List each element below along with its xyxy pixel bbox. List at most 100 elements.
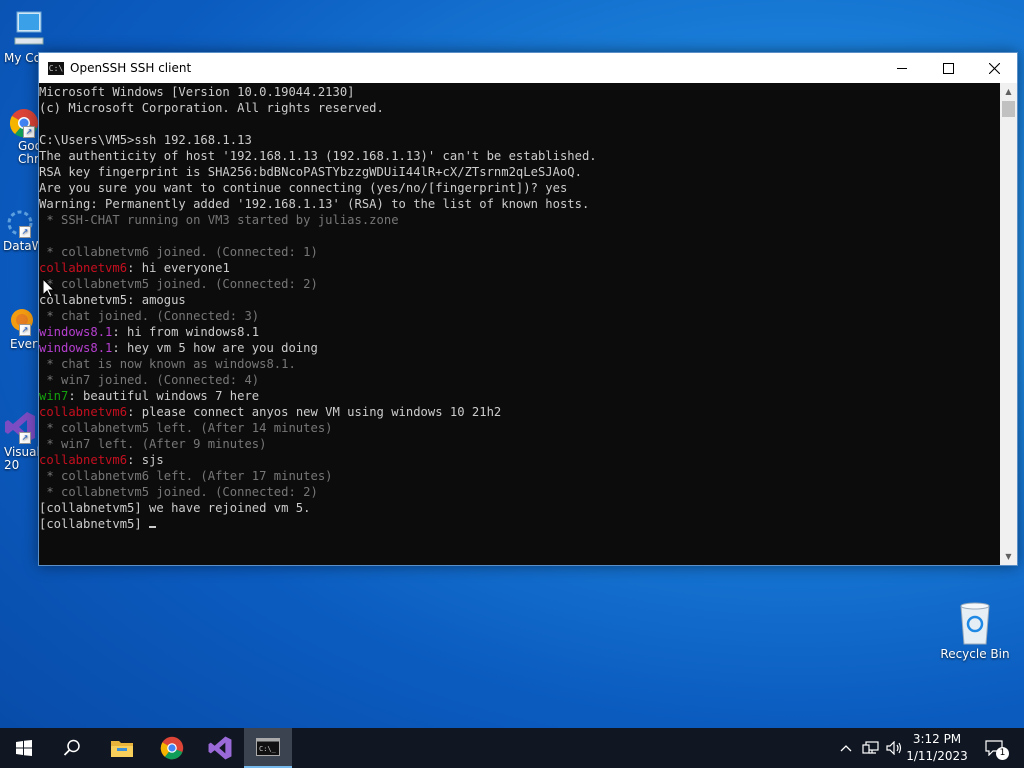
text-cursor [149,526,157,528]
console-line: collabnetvm6: sjs [39,452,1000,468]
close-icon [988,62,1000,74]
vertical-scrollbar[interactable]: ▲ ▼ [1000,83,1017,565]
notification-icon: 1 [985,740,1009,760]
desktop-icon-label: Visual 20 [4,445,40,472]
desktop-icon-everything[interactable]: ↗ Every [0,306,45,351]
scroll-down-button[interactable]: ▼ [1000,548,1017,565]
console-text: : amogus [127,293,186,307]
console-text: * collabnetvm6 left. (After 17 minutes) [39,469,333,483]
console-text: * chat joined. (Connected: 3) [39,309,260,323]
notification-count-badge: 1 [996,747,1009,760]
chevron-up-icon [840,745,852,752]
console-text: Warning: Permanently added '192.168.1.13… [39,197,590,211]
console-line: * collabnetvm6 left. (After 17 minutes) [39,468,1000,484]
clock-time: 3:12 PM [912,732,962,746]
console-text: C:\Users\VM5>ssh 192.168.1.13 [39,133,252,147]
search-icon [63,739,80,756]
mouse-pointer-icon [43,279,55,298]
desktop-icon-label: Recycle Bin [940,647,1010,661]
console-text: : beautiful windows 7 here [68,389,260,403]
recycle-bin-icon [955,600,995,646]
shortcut-arrow-icon: ↗ [19,432,31,444]
desktop-icon-label: Every [10,337,45,351]
console-line: * SSH-CHAT running on VM3 started by jul… [39,212,1000,228]
taskbar-command-prompt[interactable]: C:\_ [244,728,292,768]
console-line: The authenticity of host '192.168.1.13 (… [39,148,1000,164]
console-text: : hey vm 5 how are you doing [112,341,318,355]
console-line: RSA key fingerprint is SHA256:bdBNcoPAST… [39,164,1000,180]
taskbar-file-explorer[interactable] [98,728,146,768]
console-line: * collabnetvm5 left. (After 14 minutes) [39,420,1000,436]
console-app-icon: C:\ [48,61,64,75]
network-icon [862,741,879,754]
console-line: * win7 joined. (Connected: 4) [39,372,1000,388]
ssh-client-window[interactable]: C:\ OpenSSH SSH client Microsoft Windows… [38,52,1018,566]
file-explorer-icon [111,741,133,757]
chat-nickname: collabnetvm6 [39,261,128,275]
chevron-up-icon: ▲ [1005,87,1012,96]
desktop-icon-visual-studio[interactable]: ↗ Visual 20 [0,410,40,472]
taskbar-search-button[interactable] [48,728,96,768]
taskbar-visual-studio[interactable] [196,728,244,768]
console-line: * collabnetvm5 joined. (Connected: 2) [39,484,1000,500]
console-text: Microsoft Windows [Version 10.0.19044.21… [39,85,355,99]
chevron-down-icon: ▼ [1005,552,1012,561]
console-line: [collabnetvm5] [39,516,1000,532]
console-text: (c) Microsoft Corporation. All rights re… [39,101,384,115]
chat-nickname: win7 [39,389,69,403]
show-hidden-icons-button[interactable] [836,728,856,768]
chrome-shortcut-icon: ↗ [9,108,39,138]
console-line: collabnetvm6: hi everyone1 [39,260,1000,276]
clock-date: 1/11/2023 [906,749,968,763]
shortcut-arrow-icon: ↗ [23,126,35,138]
console-line: * collabnetvm5 joined. (Connected: 2) [39,276,1000,292]
desktop-icon-recycle-bin[interactable]: Recycle Bin [940,600,1010,661]
console-line: C:\Users\VM5>ssh 192.168.1.13 [39,132,1000,148]
svg-text:C:\_: C:\_ [259,745,277,753]
chat-nickname: windows8.1 [39,325,113,339]
console-line: * win7 left. (After 9 minutes) [39,436,1000,452]
taskbar-clock[interactable]: 3:12 PM 1/11/2023 [898,731,976,765]
datawrapper-shortcut-icon: ↗ [5,208,35,238]
console-text: * win7 joined. (Connected: 4) [39,373,260,387]
console-text: : hi everyone1 [127,261,230,275]
taskbar-chrome[interactable] [148,728,196,768]
console-text: Are you sure you want to continue connec… [39,181,568,195]
action-center-button[interactable]: 1 [980,728,1009,768]
console-text: * win7 left. (After 9 minutes) [39,437,267,451]
console-text: The authenticity of host '192.168.1.13 (… [39,149,597,163]
windows-start-icon [16,740,32,756]
shortcut-arrow-icon: ↗ [19,226,31,238]
scroll-up-button[interactable]: ▲ [1000,83,1017,100]
taskbar: C:\_ 3:12 PM 1/11/2023 1 [0,728,1024,768]
visual-studio-shortcut-icon: ↗ [5,410,35,444]
console-line: (c) Microsoft Corporation. All rights re… [39,100,1000,116]
window-title: OpenSSH SSH client [70,61,192,75]
minimize-button[interactable] [879,53,925,83]
console-line: * chat joined. (Connected: 3) [39,308,1000,324]
console-text: * collabnetvm5 joined. (Connected: 2) [39,485,318,499]
console-text: [collabnetvm5] [39,517,150,531]
window-titlebar[interactable]: C:\ OpenSSH SSH client [39,53,1017,83]
shortcut-arrow-icon: ↗ [19,324,31,336]
console-text: * chat is now known as windows8.1. [39,357,296,371]
close-button[interactable] [971,53,1017,83]
scrollbar-thumb[interactable] [1002,101,1015,117]
maximize-button[interactable] [925,53,971,83]
computer-icon [13,10,45,50]
desktop-icon-datawrapper[interactable]: ↗ DataW [0,208,44,253]
chat-nickname: collabnetvm6 [39,405,128,419]
console-text: : please connect anyos new VM using wind… [127,405,502,419]
terminal-output[interactable]: Microsoft Windows [Version 10.0.19044.21… [39,83,1000,566]
network-button[interactable] [860,728,882,768]
console-text: : hi from windows8.1 [112,325,260,339]
visual-studio-icon [208,736,232,760]
console-text: * collabnetvm6 joined. (Connected: 1) [39,245,318,259]
everything-shortcut-icon: ↗ [5,306,35,336]
console-line: Are you sure you want to continue connec… [39,180,1000,196]
console-line: collabnetvm5: amogus [39,292,1000,308]
console-text: RSA key fingerprint is SHA256:bdBNcoPAST… [39,165,582,179]
console-line: windows8.1: hi from windows8.1 [39,324,1000,340]
start-button[interactable] [0,728,48,768]
